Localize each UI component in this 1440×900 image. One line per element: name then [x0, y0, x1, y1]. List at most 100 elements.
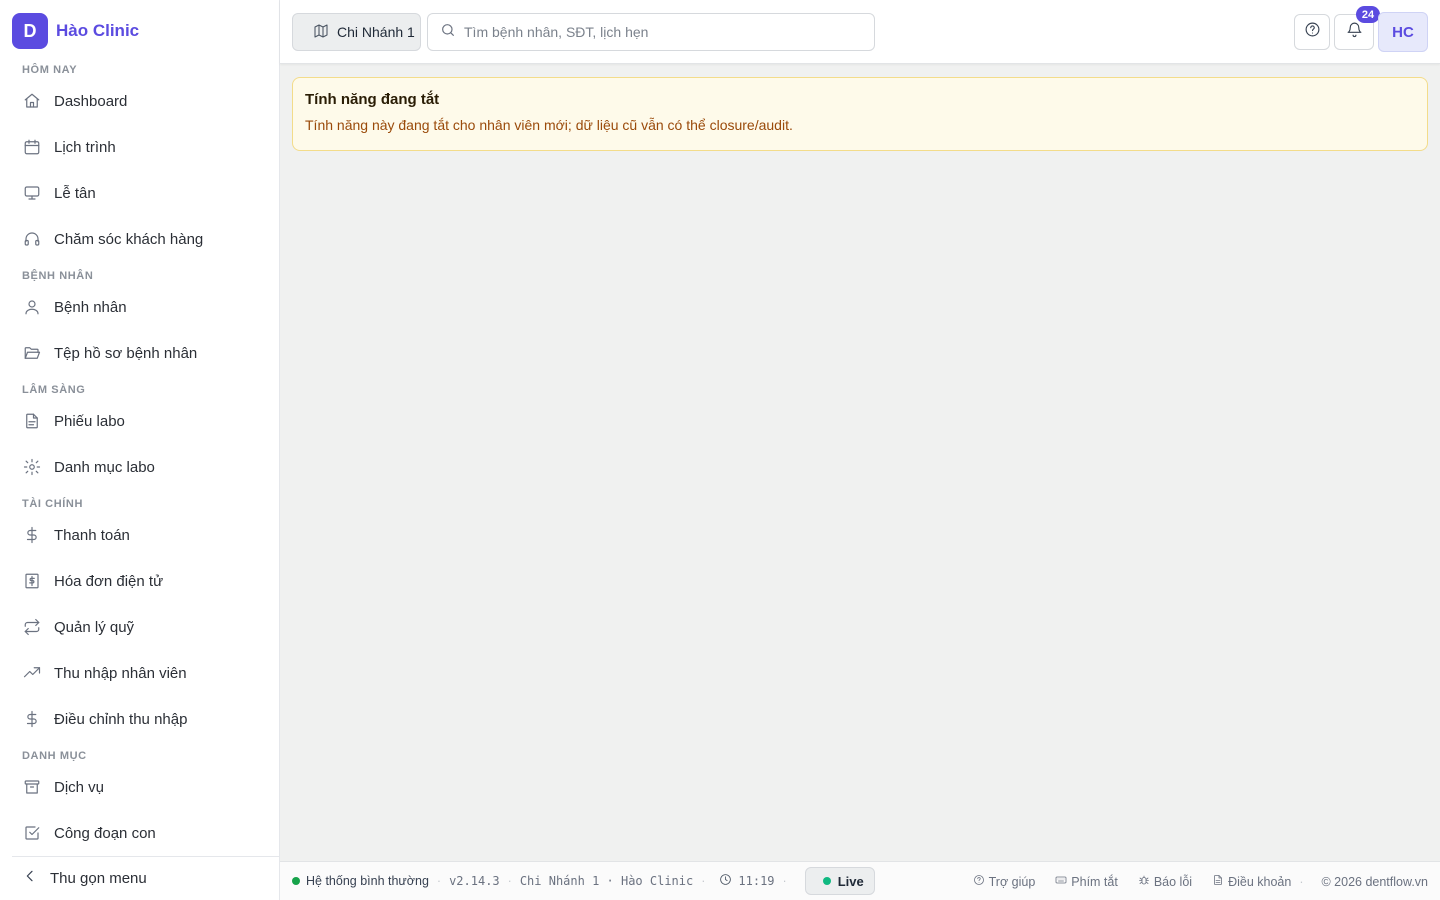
- sidebar-item-customer-care[interactable]: Chăm sóc khách hàng: [12, 216, 268, 262]
- sidebar-item-fund-management[interactable]: Quản lý quỹ: [12, 604, 268, 650]
- sidebar-item-reception[interactable]: Lễ tân: [12, 170, 268, 216]
- clock-icon: [719, 873, 732, 889]
- help-circle-icon: [1304, 21, 1321, 43]
- sidebar-item-dashboard[interactable]: Dashboard: [12, 78, 268, 124]
- repeat-icon: [22, 617, 42, 637]
- footer-link-label: Báo lỗi: [1153, 874, 1193, 889]
- sidebar-item-label: Lịch trình: [54, 138, 116, 156]
- sidebar-item-e-invoice[interactable]: Hóa đơn điện tử: [12, 558, 268, 604]
- sidebar-item-label: Bệnh nhân: [54, 298, 127, 316]
- brand-logo: D: [12, 13, 48, 49]
- file-text-icon: [22, 411, 42, 431]
- help-button[interactable]: [1294, 14, 1330, 50]
- chevron-left-icon: [22, 868, 38, 889]
- version-text: v2.14.3: [449, 874, 500, 888]
- collapse-menu-label: Thu gọn menu: [50, 870, 147, 887]
- sidebar-item-income-adjustment[interactable]: Điều chỉnh thu nhập: [12, 696, 268, 742]
- sidebar-item-label: Quản lý quỹ: [54, 618, 135, 636]
- section-label-patients: BỆNH NHÂN: [22, 270, 94, 282]
- dollar-icon: [22, 709, 42, 729]
- sidebar-item-label: Hóa đơn điện tử: [54, 572, 164, 590]
- sidebar-item-payments[interactable]: Thanh toán: [12, 512, 268, 558]
- sidebar: D Hào Clinic HÔM NAY Dashboard Lịch trìn…: [0, 0, 280, 900]
- user-icon: [22, 297, 42, 317]
- section-label-finance: TÀI CHÍNH: [22, 498, 84, 510]
- sidebar-nav: HÔM NAY Dashboard Lịch trình Lễ tân Chăm…: [12, 56, 268, 844]
- sidebar-item-sub-steps[interactable]: Công đoạn con: [12, 810, 268, 844]
- receipt-icon: [22, 571, 42, 591]
- sidebar-item-label: Danh mục labo: [54, 458, 155, 476]
- home-icon: [22, 91, 42, 111]
- search-icon: [440, 22, 456, 43]
- footer-link-report-bug[interactable]: Báo lỗi: [1134, 874, 1192, 889]
- bell-icon: [1346, 21, 1363, 43]
- footer-link-label: Trợ giúp: [988, 874, 1036, 889]
- sidebar-item-patient-files[interactable]: Tệp hồ sơ bệnh nhân: [12, 330, 268, 376]
- sidebar-item-label: Chăm sóc khách hàng: [54, 230, 204, 248]
- alert-title: Tính năng đang tắt: [305, 91, 440, 108]
- gear-icon: [22, 457, 42, 477]
- sidebar-item-lab-orders[interactable]: Phiếu labo: [12, 398, 268, 444]
- sidebar-item-schedule[interactable]: Lịch trình: [12, 124, 268, 170]
- footer-link-terms[interactable]: Điều khoản: [1208, 874, 1291, 889]
- footer-link-label: Điều khoản: [1228, 874, 1292, 889]
- user-avatar[interactable]: HC: [1378, 12, 1428, 52]
- sidebar-item-label: Thanh toán: [54, 526, 130, 544]
- sidebar-item-label: Công đoạn con: [54, 824, 156, 842]
- brand[interactable]: D Hào Clinic: [12, 13, 139, 49]
- brand-name: Hào Clinic: [56, 21, 140, 40]
- calendar-icon: [22, 137, 42, 157]
- section-label-clinical: LÂM SÀNG: [22, 384, 86, 396]
- branch-selector-button[interactable]: Chi Nhánh 1: [292, 13, 421, 51]
- sidebar-item-patients[interactable]: Bệnh nhân: [12, 284, 268, 330]
- system-status-text: Hệ thống bình thường: [306, 874, 429, 888]
- sidebar-item-label: Thu nhập nhân viên: [54, 664, 187, 682]
- live-toggle-button[interactable]: Live: [804, 867, 875, 895]
- clock: 11:19: [713, 873, 775, 889]
- section-label-catalog: DANH MỤC: [22, 750, 87, 762]
- sidebar-item-label: Dashboard: [54, 92, 128, 110]
- top-bar: Chi Nhánh 1 24 HC: [280, 0, 1440, 64]
- feature-disabled-alert: Tính năng đang tắt Tính năng này đang tắ…: [292, 77, 1428, 151]
- keyboard-icon: [1055, 874, 1067, 889]
- sidebar-item-label: Tệp hồ sơ bệnh nhân: [54, 344, 198, 362]
- sidebar-item-label: Dịch vụ: [54, 778, 105, 796]
- trending-up-icon: [22, 663, 42, 683]
- collapse-menu-button[interactable]: Thu gọn menu: [12, 856, 280, 900]
- notification-count-badge: 24: [1356, 6, 1380, 23]
- sidebar-item-staff-income[interactable]: Thu nhập nhân viên: [12, 650, 268, 696]
- sidebar-item-label: Điều chỉnh thu nhập: [54, 710, 188, 728]
- separator: ·: [1299, 874, 1304, 889]
- bug-icon: [1138, 874, 1150, 889]
- copyright-text: © 2026 dentflow.vn: [1321, 874, 1428, 889]
- footer-link-label: Phím tắt: [1071, 874, 1118, 889]
- footer-link-help[interactable]: Trợ giúp: [969, 874, 1036, 889]
- status-footer: Hệ thống bình thường · v2.14.3 · Chi Nhá…: [280, 861, 1440, 900]
- separator: ·: [507, 874, 512, 888]
- branch-label: Chi Nhánh 1: [337, 24, 415, 40]
- archive-icon: [22, 777, 42, 797]
- file-icon: [1212, 874, 1224, 889]
- footer-link-shortcuts[interactable]: Phím tắt: [1051, 874, 1118, 889]
- dollar-icon: [22, 525, 42, 545]
- search-box: [427, 13, 875, 51]
- map-icon: [313, 23, 329, 42]
- separator: ·: [436, 874, 442, 888]
- sidebar-item-label: Lễ tân: [54, 184, 96, 202]
- live-dot: [822, 877, 831, 885]
- live-label: Live: [837, 873, 864, 889]
- help-circle-icon: [973, 874, 985, 889]
- separator: ·: [782, 874, 787, 888]
- section-label-today: HÔM NAY: [22, 64, 78, 76]
- status-dot: [292, 877, 300, 885]
- check-square-icon: [22, 823, 42, 843]
- time-text: 11:19: [738, 874, 775, 888]
- search-input[interactable]: [464, 24, 864, 40]
- sidebar-item-services[interactable]: Dịch vụ: [12, 764, 268, 810]
- alert-message: Tính năng này đang tắt cho nhân viên mới…: [305, 117, 793, 133]
- monitor-icon: [22, 183, 42, 203]
- separator: ·: [701, 874, 706, 888]
- sidebar-item-label: Phiếu labo: [54, 412, 125, 430]
- sidebar-item-lab-catalog[interactable]: Danh mục labo: [12, 444, 268, 490]
- location-text: Chi Nhánh 1 · Hào Clinic: [519, 874, 694, 888]
